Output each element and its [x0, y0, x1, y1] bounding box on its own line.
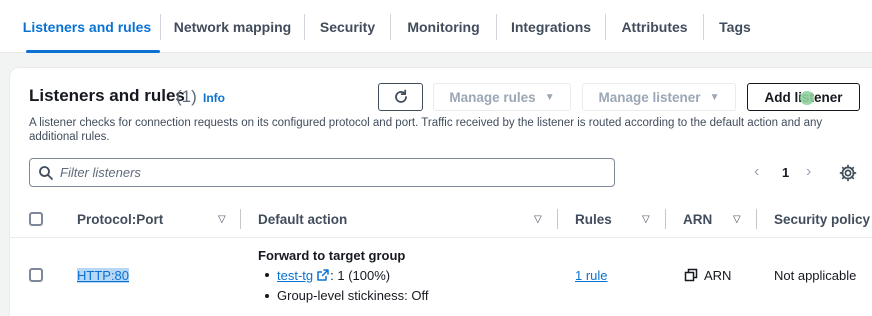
target-group-item: test-tg : 1 (100%) [277, 268, 390, 283]
tab-network-mapping[interactable]: Network mapping [161, 0, 304, 53]
tab-bar: Listeners and rules Network mapping Secu… [0, 0, 872, 53]
chevron-right-icon[interactable]: › [806, 163, 811, 181]
tab-attributes[interactable]: Attributes [606, 0, 703, 53]
manage-rules-label: Manage rules [449, 89, 536, 105]
tab-label: Network mapping [173, 18, 292, 35]
tab-label: Listeners and rules [22, 18, 152, 35]
panel-description: A listener checks for connection request… [29, 117, 823, 143]
tab-listeners-and-rules[interactable]: Listeners and rules [14, 0, 160, 53]
gear-icon[interactable] [838, 163, 858, 183]
filter-input[interactable] [60, 165, 600, 180]
column-header-rules[interactable]: Rules [575, 212, 612, 227]
rules-link[interactable]: 1 rule [575, 268, 608, 283]
manage-rules-button[interactable]: Manage rules ▼ [433, 83, 571, 111]
sort-icon[interactable]: ▽ [642, 214, 650, 225]
copy-icon [684, 268, 698, 282]
bullet [265, 273, 269, 277]
panel-title: Listeners and rules [29, 86, 185, 105]
page-number[interactable]: 1 [782, 165, 789, 180]
column-header-protocol-port[interactable]: Protocol:Port [77, 212, 163, 227]
sort-icon[interactable]: ▽ [534, 214, 542, 225]
protocol-port-link[interactable]: HTTP:80 [77, 268, 130, 283]
refresh-icon [394, 89, 407, 103]
security-policy-value: Not applicable [774, 268, 857, 283]
target-group-link[interactable]: test-tg [277, 268, 313, 283]
sort-icon[interactable]: ▽ [733, 214, 741, 225]
caret-down-icon: ▼ [544, 91, 555, 103]
tab-label: Monitoring [407, 18, 480, 35]
column-divider[interactable] [756, 209, 757, 229]
listener-count: (1) [176, 87, 197, 106]
row-checkbox[interactable] [29, 268, 43, 282]
column-divider[interactable] [665, 209, 666, 229]
tab-label: Integrations [510, 18, 592, 35]
arn-text: ARN [704, 268, 732, 283]
caret-down-icon: ▼ [709, 91, 720, 103]
sort-icon[interactable]: ▽ [218, 214, 226, 225]
tab-integrations[interactable]: Integrations [497, 0, 605, 53]
tab-label: Security [319, 18, 376, 35]
tab-monitoring[interactable]: Monitoring [391, 0, 496, 53]
filter-field[interactable] [29, 158, 615, 187]
cursor-highlight [800, 91, 814, 105]
protocol-port-text: HTTP:80 [77, 268, 130, 283]
refresh-button[interactable] [378, 83, 423, 111]
default-action-title: Forward to target group [258, 248, 406, 263]
bullet [265, 294, 269, 298]
manage-listener-button[interactable]: Manage listener ▼ [582, 83, 736, 111]
target-weight: : 1 (100%) [330, 268, 391, 283]
chevron-left-icon[interactable]: ‹ [754, 163, 759, 181]
tab-label: Tags [719, 18, 751, 35]
column-header-default-action[interactable]: Default action [258, 212, 347, 227]
column-header-security-policy[interactable]: Security policy [774, 212, 870, 227]
search-icon [39, 165, 53, 180]
external-link-icon[interactable] [316, 268, 330, 282]
tab-security[interactable]: Security [305, 0, 390, 53]
select-all-checkbox[interactable] [29, 212, 43, 226]
info-link[interactable]: Info [203, 91, 225, 105]
copy-arn-button[interactable]: ARN [684, 268, 731, 283]
column-divider[interactable] [240, 209, 241, 229]
tab-label: Attributes [621, 18, 688, 35]
column-divider[interactable] [557, 209, 558, 229]
rules-link-text: 1 rule [575, 268, 608, 283]
manage-listener-label: Manage listener [598, 89, 701, 105]
tab-tags[interactable]: Tags [704, 0, 766, 53]
stickiness-text: Group-level stickiness: Off [277, 288, 429, 303]
column-header-arn[interactable]: ARN [683, 212, 712, 227]
